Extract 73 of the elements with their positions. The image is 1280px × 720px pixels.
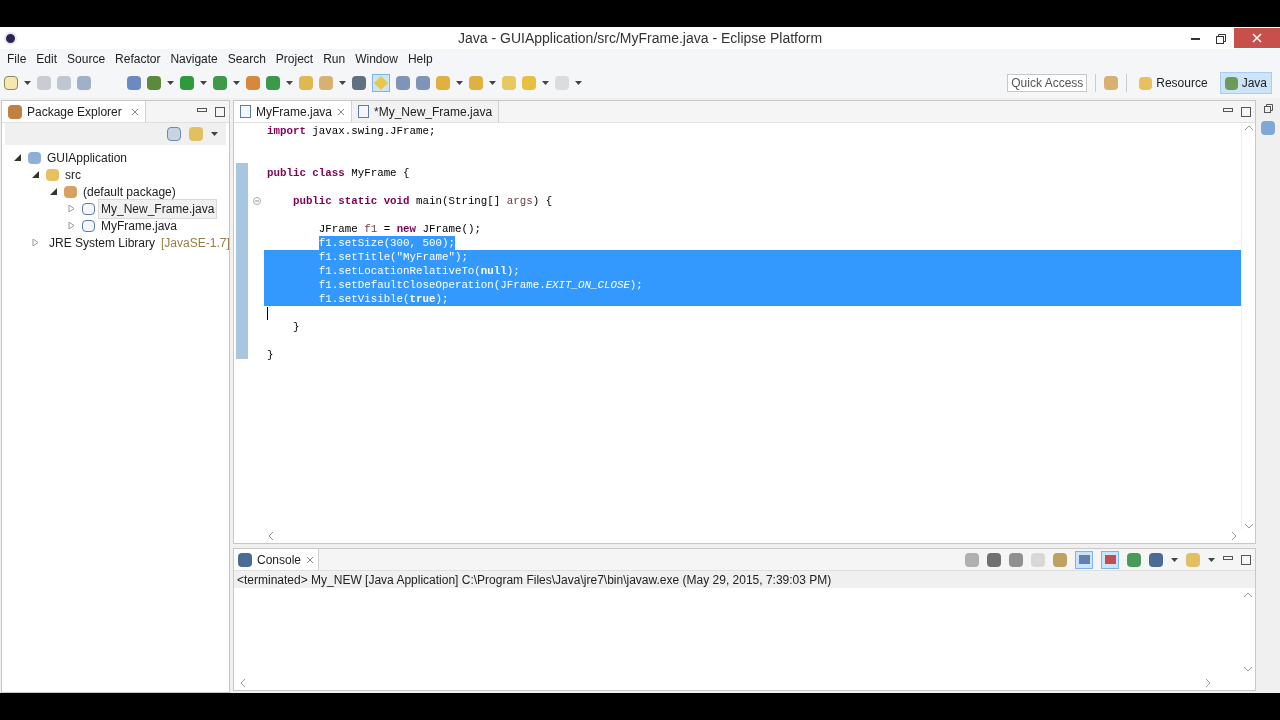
tree-item[interactable]: GUIApplication bbox=[45, 148, 130, 167]
code-line: f1.setDefaultCloseOperation(JFrame.EXIT_ON_CLOSE); bbox=[318, 278, 643, 292]
code-line: } bbox=[267, 348, 274, 362]
code-line: f1.setVisible(true); bbox=[318, 292, 449, 306]
code-line: } bbox=[292, 320, 300, 334]
scroll-left-icon[interactable] bbox=[240, 679, 245, 687]
dropdown-caret-icon[interactable] bbox=[1208, 557, 1215, 562]
code-line: f1.setTitle("MyFrame"); bbox=[318, 250, 468, 264]
quick-access-field[interactable]: Quick Access bbox=[1007, 74, 1088, 92]
scroll-down-icon[interactable] bbox=[1244, 524, 1253, 529]
dropdown-caret-icon[interactable] bbox=[167, 81, 174, 85]
scroll-down-icon[interactable] bbox=[1244, 667, 1252, 672]
expanded-arrow-icon[interactable] bbox=[50, 188, 60, 195]
collapsed-arrow-icon[interactable] bbox=[32, 239, 39, 246]
menu-item[interactable]: Source bbox=[62, 49, 111, 68]
perspective-button[interactable]: Resource bbox=[1135, 72, 1212, 94]
show-on-error-button[interactable] bbox=[1101, 550, 1119, 569]
restore-icon[interactable] bbox=[1216, 33, 1226, 44]
menu-item[interactable]: Project bbox=[270, 49, 319, 68]
menu-item[interactable]: Window bbox=[350, 49, 403, 68]
menu-item[interactable]: Search bbox=[222, 49, 271, 68]
highlight-toggle-button[interactable] bbox=[372, 74, 390, 92]
pin-console-button[interactable] bbox=[1075, 550, 1093, 569]
perspective-button[interactable]: Java bbox=[1219, 72, 1272, 94]
scroll-up-icon[interactable] bbox=[1244, 592, 1252, 597]
menu-item[interactable]: File bbox=[2, 49, 32, 68]
close-icon[interactable] bbox=[130, 107, 139, 116]
minimize-icon[interactable] bbox=[1190, 38, 1200, 41]
dropdown-caret-icon[interactable] bbox=[575, 81, 582, 85]
menu-item[interactable]: Edit bbox=[31, 49, 63, 68]
dropdown-caret-icon[interactable] bbox=[542, 81, 549, 85]
dropdown-caret-icon[interactable] bbox=[286, 81, 293, 85]
tree-item[interactable]: (default package) bbox=[81, 182, 178, 201]
menu-item[interactable]: Navigate bbox=[165, 49, 223, 68]
menu-item[interactable]: Run bbox=[318, 49, 351, 68]
editor-tab[interactable]: MyFrame.java bbox=[234, 101, 352, 122]
close-icon[interactable] bbox=[337, 107, 345, 116]
tree-item[interactable]: MyFrame.java bbox=[99, 216, 179, 235]
code-line: JFrame f1 = new JFrame(); bbox=[318, 222, 481, 236]
tree-item[interactable]: JRE System Library bbox=[47, 233, 158, 252]
code-line: import javax.swing.JFrame; bbox=[267, 124, 436, 138]
tree-item[interactable]: My_New_Frame.java bbox=[99, 199, 217, 218]
scroll-up-icon[interactable] bbox=[1244, 125, 1253, 130]
fold-icon[interactable] bbox=[253, 197, 261, 205]
dropdown-caret-icon[interactable] bbox=[211, 132, 218, 136]
dropdown-caret-icon[interactable] bbox=[489, 81, 496, 85]
maximize-icon[interactable] bbox=[215, 106, 225, 117]
code-line: public static void main(String[] args) { bbox=[292, 194, 553, 208]
dropdown-caret-icon[interactable] bbox=[456, 81, 463, 85]
maximize-icon[interactable] bbox=[1241, 554, 1251, 565]
scroll-right-icon[interactable] bbox=[1206, 679, 1211, 687]
code-line: public class MyFrame { bbox=[267, 166, 410, 180]
dropdown-caret-icon[interactable] bbox=[24, 81, 31, 85]
menu-item[interactable]: Help bbox=[402, 49, 438, 68]
expanded-arrow-icon[interactable] bbox=[32, 171, 42, 178]
maximize-icon[interactable] bbox=[1241, 106, 1251, 117]
tree-item-decoration: [JavaSE-1.7] bbox=[161, 234, 230, 252]
expanded-arrow-icon[interactable] bbox=[14, 154, 24, 161]
tree-item[interactable]: src bbox=[63, 165, 83, 184]
dropdown-caret-icon[interactable] bbox=[1171, 557, 1178, 562]
scroll-left-icon[interactable] bbox=[268, 532, 273, 540]
console-status: <terminated> My_NEW [Java Application] C:\Program Files\Java\jre7\bin\javaw.exe (May 29, 2015, 7:39:03 PM) bbox=[234, 571, 1255, 588]
menu-item[interactable]: Refactor bbox=[110, 49, 166, 68]
restore-icon[interactable] bbox=[1263, 104, 1273, 113]
dropdown-caret-icon[interactable] bbox=[233, 81, 240, 85]
dropdown-caret-icon[interactable] bbox=[200, 81, 207, 85]
code-line: f1.setLocationRelativeTo(null); bbox=[318, 264, 520, 278]
window-title: Java - GUIApplication/src/MyFrame.java - Eclipse Platform bbox=[458, 28, 823, 48]
app-logo-icon bbox=[4, 31, 17, 45]
close-icon[interactable] bbox=[306, 555, 315, 564]
scroll-right-icon[interactable] bbox=[1232, 532, 1237, 540]
dropdown-caret-icon[interactable] bbox=[339, 81, 346, 85]
close-button[interactable] bbox=[1234, 28, 1280, 48]
